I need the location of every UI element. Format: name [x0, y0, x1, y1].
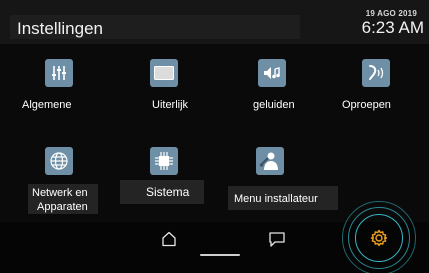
home-icon[interactable] — [160, 230, 178, 248]
tile-label: Sistema — [146, 185, 190, 199]
tile-algemene[interactable]: Algemene — [20, 56, 96, 116]
date-display: 19 AGO 2019 — [365, 9, 417, 18]
tile-label: Menu installateur — [234, 193, 318, 205]
tile-label-line-2: Apparaten — [37, 201, 88, 213]
settings-screen: Instellingen 19 AGO 2019 6:23 AM Algemen… — [0, 0, 429, 273]
installer-wrench-icon — [256, 147, 284, 175]
chat-icon[interactable] — [267, 229, 287, 249]
phone-signal-icon — [362, 59, 390, 87]
tile-label: Oproepen — [342, 99, 391, 111]
settings-gear-icon[interactable] — [369, 228, 389, 248]
tile-sistema[interactable]: Sistema — [120, 144, 210, 204]
tile-uiterlijk[interactable]: Uiterlijk — [130, 56, 206, 116]
tile-label-line-1: Netwerk en — [32, 187, 88, 199]
home-indicator — [200, 254, 240, 256]
tile-label: Algemene — [22, 99, 72, 111]
tile-label: geluiden — [253, 99, 295, 111]
display-icon — [150, 59, 178, 87]
page-title: Instellingen — [17, 19, 104, 38]
chip-icon — [150, 147, 178, 175]
tile-label: Uiterlijk — [152, 99, 189, 111]
tile-oproepen[interactable]: Oproepen — [340, 56, 424, 116]
tile-menu-installateur[interactable]: Menu installateur — [228, 144, 338, 210]
sliders-icon — [45, 59, 73, 87]
tile-netwerk-en-apparaten[interactable]: Netwerk en Apparaten — [20, 144, 110, 214]
tile-geluiden[interactable]: geluiden — [240, 56, 316, 116]
speaker-note-icon — [258, 59, 286, 87]
globe-icon — [45, 147, 73, 175]
time-display: 6:23 AM — [361, 18, 424, 37]
